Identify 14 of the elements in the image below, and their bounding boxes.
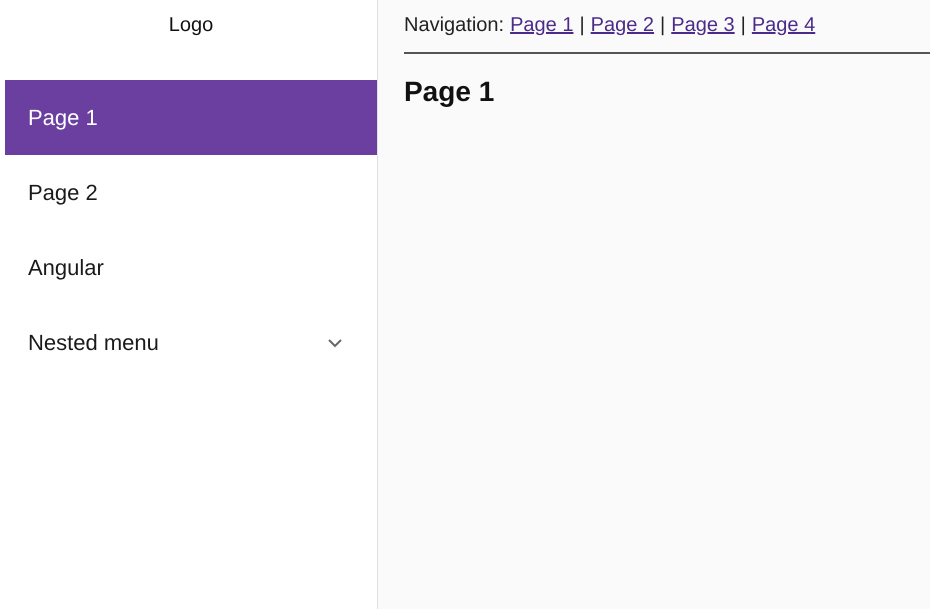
- sidebar-item[interactable]: Page 2: [5, 155, 377, 230]
- sidebar-item[interactable]: Page 1: [5, 80, 377, 155]
- sidebar-item[interactable]: Angular: [5, 230, 377, 305]
- page-heading: Page 1: [404, 76, 496, 108]
- nav-link[interactable]: Page 1: [510, 14, 574, 36]
- nav-link[interactable]: Page 3: [671, 14, 735, 36]
- nav-link[interactable]: Page 2: [590, 14, 654, 36]
- navigation-label: Navigation:: [404, 14, 504, 36]
- logo-text: Logo: [168, 14, 214, 37]
- separator: |: [579, 14, 585, 36]
- nav-link[interactable]: Page 4: [752, 14, 816, 36]
- separator: |: [740, 14, 746, 36]
- separator: |: [660, 14, 666, 36]
- sidebar-item[interactable]: Nested menu: [5, 305, 377, 380]
